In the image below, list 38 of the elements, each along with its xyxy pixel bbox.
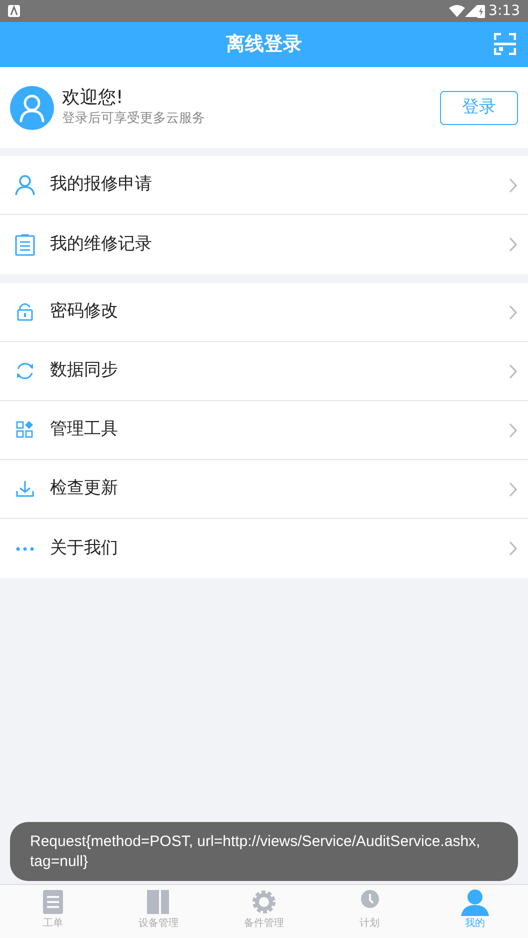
menu-item[interactable]: 检查更新 [0, 460, 528, 519]
notification-icon [8, 5, 20, 17]
menu-item[interactable]: 我的报修申请 [0, 156, 528, 215]
download-icon [14, 478, 36, 500]
chevron-right-icon [509, 237, 518, 252]
scan-icon[interactable] [494, 33, 516, 55]
gear-icon [250, 889, 278, 916]
signal-icon [464, 5, 477, 17]
menu-label: 管理工具 [50, 418, 119, 442]
sync-icon [14, 360, 36, 382]
menu-item[interactable]: 关于我们 [0, 519, 528, 578]
login-hint: 登录后可享受更多云服务 [62, 110, 206, 128]
menu-label: 我的报修申请 [50, 173, 153, 196]
clipboard-icon [14, 234, 36, 256]
chevron-right-icon [509, 541, 518, 556]
chevron-right-icon [509, 178, 518, 192]
chevron-right-icon [509, 422, 518, 438]
wifi-icon [448, 5, 465, 17]
menu-label: 密码修改 [50, 300, 119, 324]
person-icon [461, 889, 490, 916]
person-icon [14, 174, 36, 196]
chevron-right-icon [509, 364, 518, 378]
menu-item[interactable]: 我的维修记录 [0, 215, 528, 274]
more-icon [16, 546, 34, 550]
page-title: 离线登录 [226, 32, 302, 58]
chevron-right-icon [509, 304, 518, 320]
clock-time: 3:13 [488, 2, 520, 20]
menu-item[interactable]: 管理工具 [0, 401, 528, 460]
menu-label: 数据同步 [50, 359, 119, 382]
menu-label: 关于我们 [50, 536, 119, 560]
menu-item[interactable]: 密码修改 [0, 283, 528, 342]
avatar-icon [10, 86, 54, 130]
toast-message: Request{method=POST, url=http://views/Service/AuditService.ashx, tag=null} [10, 822, 518, 881]
menu-label: 检查更新 [50, 477, 119, 500]
welcome-text: 欢迎您! [62, 86, 124, 109]
chevron-right-icon [509, 482, 518, 496]
menu-item[interactable]: 数据同步 [0, 342, 528, 401]
menu-label: 我的维修记录 [50, 232, 153, 256]
